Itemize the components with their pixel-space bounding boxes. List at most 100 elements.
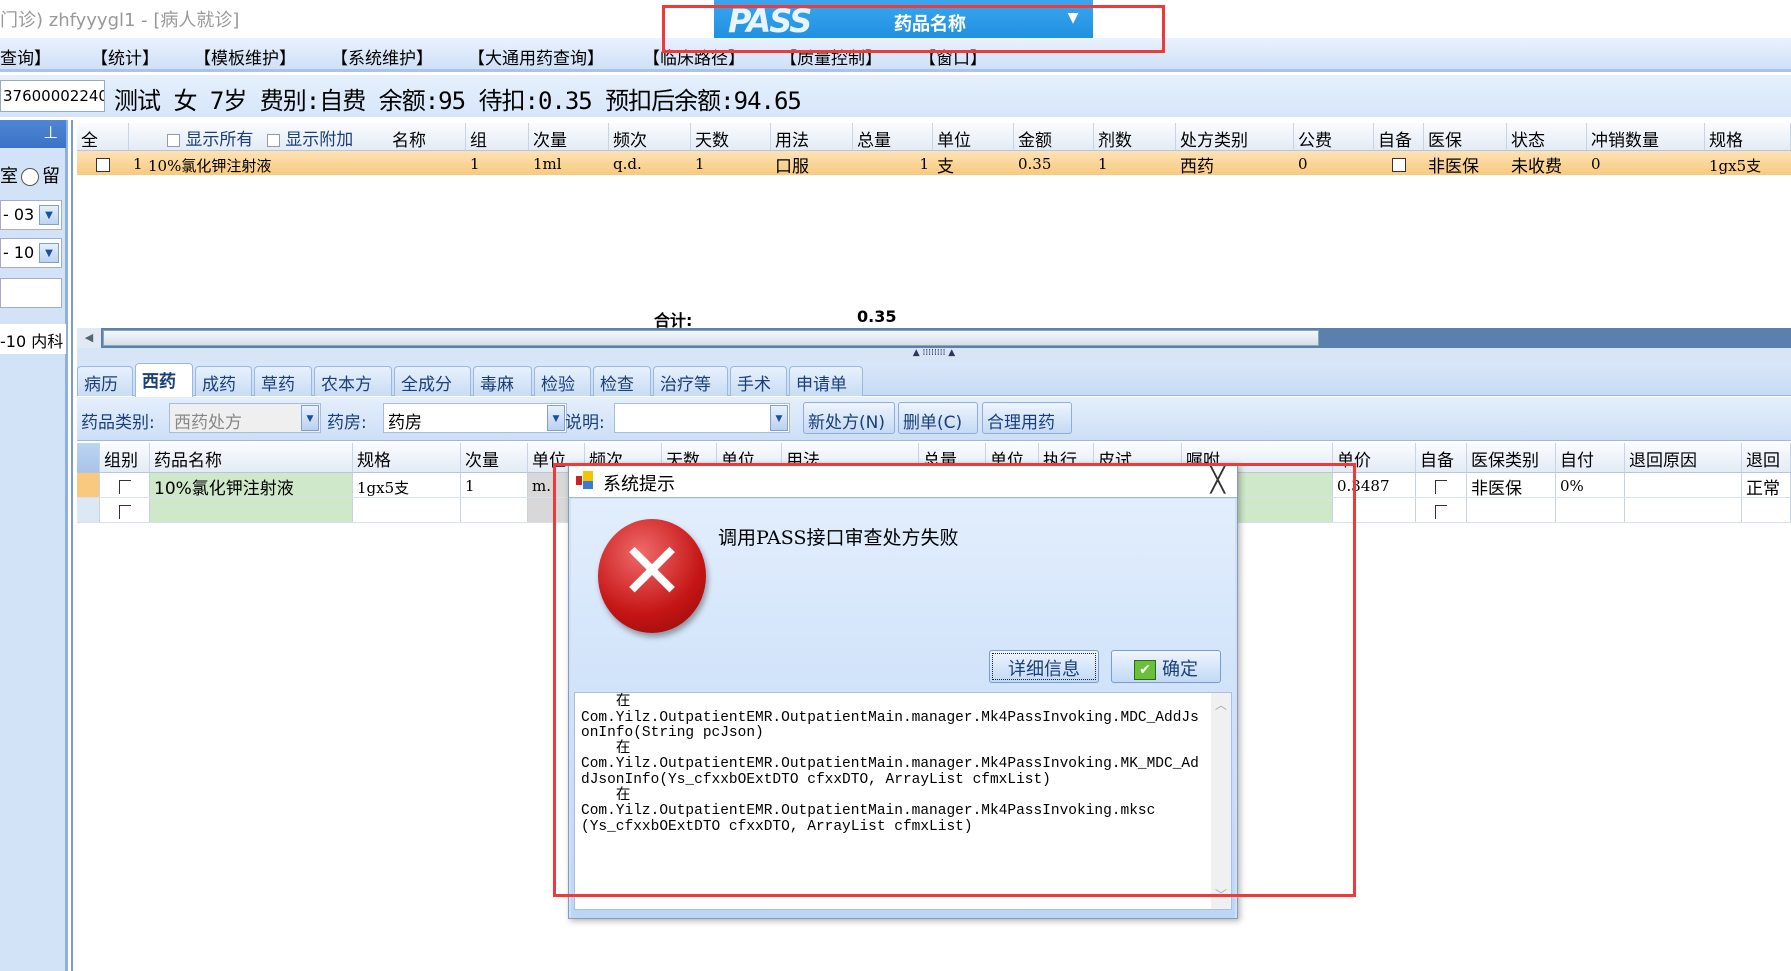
patient-list-item[interactable]: -10 内科	[0, 324, 66, 354]
table-cell[interactable]	[461, 498, 528, 522]
search-input[interactable]	[0, 278, 62, 308]
column-header[interactable]: 冲销数量	[1587, 123, 1705, 150]
horizontal-scrollbar[interactable]: ◀	[77, 328, 1791, 348]
column-header[interactable]: 组	[466, 123, 529, 150]
table-cell[interactable]	[100, 473, 150, 497]
row-checkbox[interactable]	[1392, 158, 1406, 172]
splitter-handle[interactable]: ▲ ⁞⁞⁞⁞⁞⁞⁞⁞ ▲	[77, 348, 1791, 362]
table-cell[interactable]: 0%	[1556, 473, 1625, 497]
menu-window[interactable]: 【窗口】	[919, 44, 987, 69]
column-header[interactable]: 自备	[1374, 123, 1424, 150]
tab-7[interactable]: 检验	[534, 366, 591, 396]
table-cell[interactable]: 10%氯化钾注射液	[150, 473, 353, 497]
column-header[interactable]: 退回	[1742, 443, 1791, 472]
column-header[interactable]: 剂数	[1094, 123, 1176, 150]
column-header[interactable]: 单位	[933, 123, 1014, 150]
column-header[interactable]: 天数	[691, 123, 771, 150]
card-number-input[interactable]: 37600002240	[0, 80, 105, 112]
column-header[interactable]: 次量	[461, 443, 528, 472]
pharmacy-select[interactable]: 药房 ▼	[383, 403, 567, 433]
table-row[interactable]: 1 10%氯化钾注射液 1 1ml q.d. 1 口服 1 支 0.35 1 西药 0 非医保 未收费 0 1g…	[77, 151, 1791, 175]
menu-clinical-path[interactable]: 【临床路径】	[643, 44, 745, 69]
table-cell[interactable]: 正常	[1742, 473, 1791, 497]
chevron-down-icon[interactable]: ▼	[1053, 0, 1093, 41]
table-cell[interactable]	[1625, 473, 1742, 497]
chevron-down-icon[interactable]: ▼	[39, 243, 59, 263]
column-header[interactable]: 规格	[353, 443, 461, 472]
category-select[interactable]: 西药处方 ▼	[169, 403, 321, 433]
tab-1[interactable]: 西药	[135, 363, 193, 397]
drug-name-selector[interactable]: 药品名称	[894, 10, 966, 36]
column-header[interactable]: 组别	[100, 443, 150, 472]
menu-statistics[interactable]: 【统计】	[91, 44, 159, 69]
column-header[interactable]: 药品名称	[150, 443, 353, 472]
table-cell[interactable]	[1467, 498, 1556, 522]
menu-quality[interactable]: 【质量控制】	[780, 44, 882, 69]
column-header[interactable]: 自付	[1556, 443, 1625, 472]
column-header[interactable]: 公费	[1294, 123, 1374, 150]
vertical-scrollbar[interactable]: ︿ ﹀	[1211, 693, 1231, 909]
row-checkbox[interactable]	[96, 158, 110, 172]
close-icon[interactable]: ╳	[1211, 466, 1225, 494]
tab-9[interactable]: 治疗等	[653, 366, 728, 396]
tab-4[interactable]: 农本方	[314, 366, 392, 396]
column-header[interactable]: 用法	[771, 123, 853, 150]
date-picker-1[interactable]: - 03 ▼	[0, 200, 62, 230]
table-cell[interactable]: 1	[461, 473, 528, 497]
tab-6[interactable]: 毒麻	[473, 366, 532, 396]
new-prescription-button[interactable]: 新处方(N)	[803, 402, 895, 434]
table-cell[interactable]: 0.3487	[1333, 473, 1416, 497]
tab-3[interactable]: 草药	[254, 366, 312, 396]
column-header[interactable]: 频次	[609, 123, 691, 150]
column-header[interactable]: 单价	[1333, 443, 1416, 472]
rational-use-button[interactable]: 合理用药	[982, 402, 1072, 434]
column-header[interactable]: 总量	[853, 123, 933, 150]
details-button[interactable]: 详细信息	[989, 650, 1099, 683]
column-header[interactable]: 状态	[1507, 123, 1587, 150]
row-checkbox[interactable]	[118, 505, 131, 519]
table-cell[interactable]: 1gx5支	[353, 473, 461, 497]
column-header[interactable]: 规格	[1705, 123, 1791, 150]
table-cell[interactable]	[353, 498, 461, 522]
tab-8[interactable]: 检查	[593, 366, 651, 396]
note-select[interactable]: ▼	[614, 403, 790, 433]
pin-icon[interactable]: ⊥	[0, 120, 66, 148]
column-header[interactable]	[77, 443, 100, 472]
show-all-checkbox[interactable]	[167, 133, 180, 147]
column-header[interactable]: 医保类别	[1467, 443, 1556, 472]
menu-system[interactable]: 【系统维护】	[331, 44, 433, 69]
column-header[interactable]: 次量	[529, 123, 609, 150]
menu-drug-query[interactable]: 【大通用药查询】	[468, 44, 604, 69]
row-checkbox[interactable]	[1435, 505, 1447, 519]
chevron-down-icon[interactable]: ▼	[547, 405, 565, 431]
tab-5[interactable]: 全成分	[394, 366, 471, 396]
tab-10[interactable]: 手术	[730, 366, 787, 396]
column-header[interactable]: 自备	[1416, 443, 1467, 472]
table-cell[interactable]	[1333, 498, 1416, 522]
column-header[interactable]: 处方类别	[1176, 123, 1294, 150]
radio-icon[interactable]	[21, 168, 39, 186]
table-cell[interactable]	[100, 498, 150, 522]
menu-template[interactable]: 【模板维护】	[194, 44, 296, 69]
row-checkbox[interactable]	[1435, 480, 1447, 494]
tab-2[interactable]: 成药	[195, 366, 252, 396]
scroll-thumb[interactable]	[103, 330, 1319, 346]
column-header[interactable]: 全	[77, 123, 129, 150]
column-header[interactable]: 退回原因	[1625, 443, 1742, 472]
tab-11[interactable]: 申请单	[789, 366, 863, 396]
table-cell[interactable]	[1556, 498, 1625, 522]
error-detail-textarea[interactable]: 在 Com.Yilz.OutpatientEMR.OutpatientMain.…	[574, 692, 1232, 910]
column-header[interactable]: 名称	[388, 123, 466, 150]
scroll-left-icon[interactable]: ◀	[77, 328, 101, 348]
table-cell[interactable]	[1416, 473, 1467, 497]
ok-button[interactable]: ✔ 确定	[1111, 650, 1221, 683]
column-header[interactable]: 金额	[1014, 123, 1094, 150]
column-header[interactable]: 医保	[1424, 123, 1507, 150]
chevron-down-icon[interactable]: ▼	[770, 405, 788, 431]
table-cell[interactable]: 非医保	[1467, 473, 1556, 497]
row-checkbox[interactable]	[118, 480, 131, 494]
delete-prescription-button[interactable]: 删单(C)	[898, 402, 978, 434]
stay-radio[interactable]: 室留	[0, 162, 60, 188]
chevron-down-icon[interactable]: ▼	[39, 205, 59, 225]
table-cell[interactable]	[1625, 498, 1742, 522]
